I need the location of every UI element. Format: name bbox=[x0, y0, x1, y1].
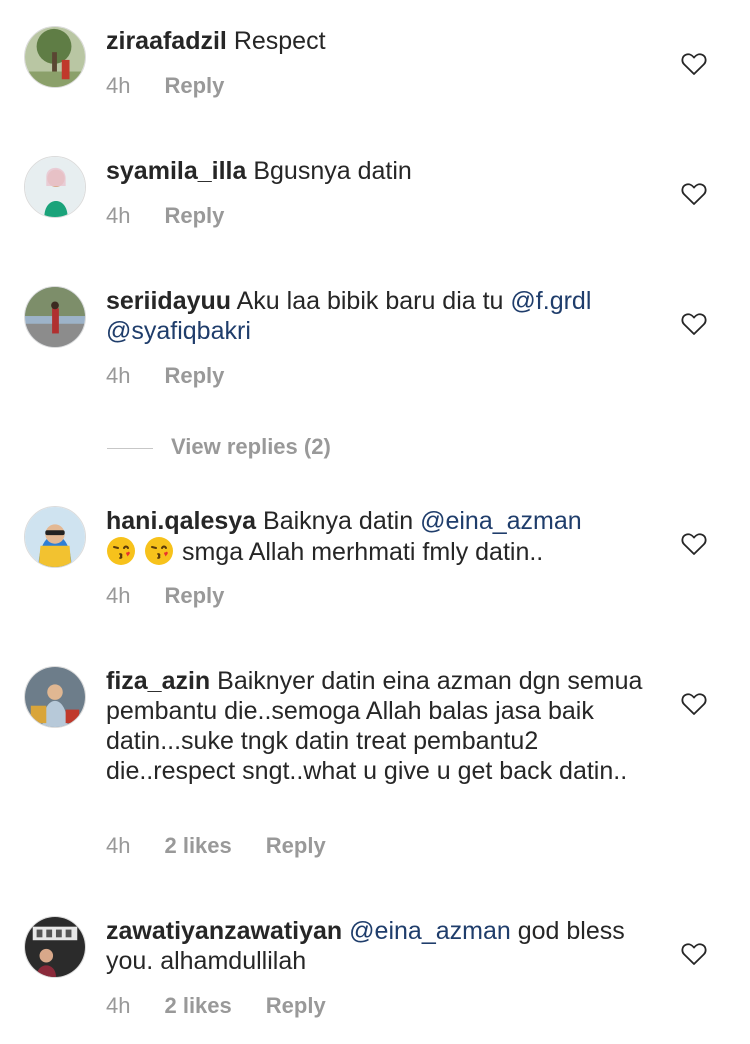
comment-username[interactable]: fiza_azin bbox=[106, 667, 210, 695]
likes-count[interactable]: 2 likes bbox=[164, 833, 231, 859]
reply-button[interactable]: Reply bbox=[266, 993, 326, 1019]
kissing-face-emoji bbox=[106, 536, 136, 566]
mention-link[interactable]: @f.grdl bbox=[510, 287, 591, 315]
comment-username[interactable]: hani.qalesya bbox=[106, 507, 256, 535]
comment-text: syamila_illa Bgusnya datin bbox=[106, 157, 412, 185]
comment-username[interactable]: seriidayuu bbox=[106, 287, 231, 315]
comment-time: 4h bbox=[106, 833, 131, 858]
kissing-face-emoji bbox=[144, 536, 174, 566]
avatar[interactable] bbox=[24, 666, 86, 728]
comment-time: 4h bbox=[106, 73, 131, 98]
mention-link[interactable]: @eina_azman bbox=[420, 507, 582, 535]
heart-icon[interactable] bbox=[681, 312, 707, 336]
reply-button[interactable]: Reply bbox=[266, 833, 326, 859]
divider-line bbox=[107, 447, 153, 449]
comment-time: 4h bbox=[106, 363, 131, 388]
avatar[interactable] bbox=[24, 286, 86, 348]
comment-time: 4h bbox=[106, 203, 131, 228]
reply-button[interactable]: Reply bbox=[164, 203, 224, 229]
comment-username[interactable]: zawatiyanzawatiyan bbox=[106, 917, 342, 945]
comment-meta: 4h Reply bbox=[106, 583, 224, 609]
heart-icon[interactable] bbox=[681, 532, 707, 556]
mention-link[interactable]: @syafiqbakri bbox=[106, 317, 251, 345]
comment-text: ziraafadzil Respect bbox=[106, 27, 326, 55]
reply-button[interactable]: Reply bbox=[164, 73, 224, 99]
heart-icon[interactable] bbox=[681, 52, 707, 76]
likes-count[interactable]: 2 likes bbox=[164, 993, 231, 1019]
reply-button[interactable]: Reply bbox=[164, 583, 224, 609]
view-replies-button[interactable]: View replies (2) bbox=[107, 434, 331, 460]
comment-meta: 4h Reply bbox=[106, 363, 224, 389]
comment-username[interactable]: syamila_illa bbox=[106, 157, 246, 185]
mention-link[interactable]: @eina_azman bbox=[349, 917, 511, 945]
heart-icon[interactable] bbox=[681, 182, 707, 206]
comment-time: 4h bbox=[106, 993, 131, 1018]
reply-button[interactable]: Reply bbox=[164, 363, 224, 389]
comment-text: seriidayuu Aku laa bibik baru dia tu @f.… bbox=[106, 287, 592, 345]
comment-meta: 4h 2 likes Reply bbox=[106, 993, 326, 1019]
comment-text: fiza_azin Baiknyer datin eina azman dgn … bbox=[106, 667, 643, 785]
comment-username[interactable]: ziraafadzil bbox=[106, 27, 227, 55]
comment-meta: 4h Reply bbox=[106, 73, 224, 99]
comment-meta: 4h Reply bbox=[106, 203, 224, 229]
comment-text: hani.qalesya Baiknya datin @eina_azman s… bbox=[106, 507, 582, 566]
avatar[interactable] bbox=[24, 506, 86, 568]
avatar[interactable] bbox=[24, 156, 86, 218]
comment-text: zawatiyanzawatiyan @eina_azman god bless… bbox=[106, 917, 625, 975]
comment-meta: 4h 2 likes Reply bbox=[106, 833, 326, 859]
avatar[interactable] bbox=[24, 26, 86, 88]
avatar[interactable] bbox=[24, 916, 86, 978]
heart-icon[interactable] bbox=[681, 942, 707, 966]
heart-icon[interactable] bbox=[681, 692, 707, 716]
comment-time: 4h bbox=[106, 583, 131, 608]
